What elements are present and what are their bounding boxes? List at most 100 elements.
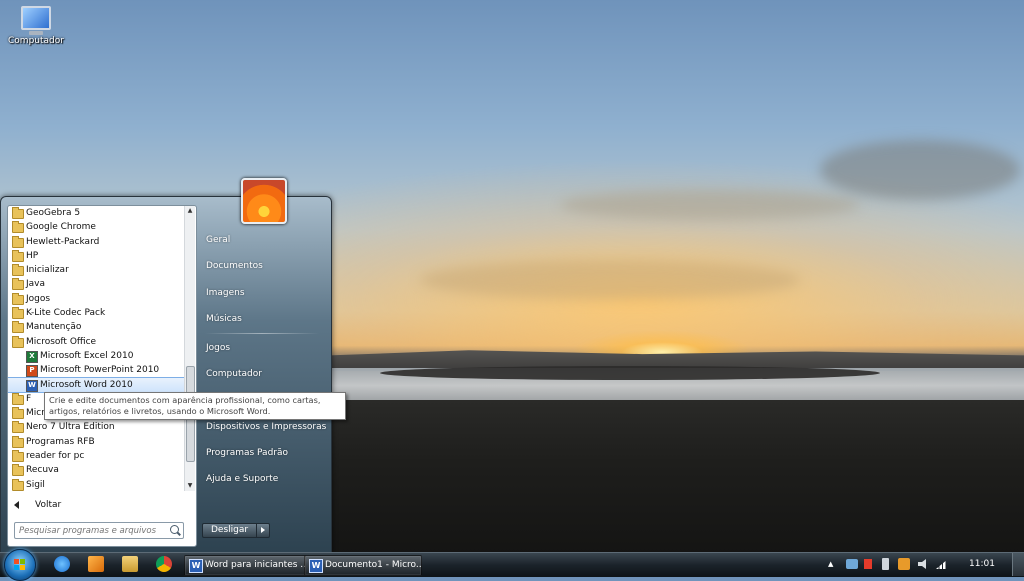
program-label: reader for pc [26,451,85,462]
program-label: Java [26,279,46,290]
start-item-jogos[interactable]: Jogos [197,335,327,361]
program-list-item[interactable]: Java [8,277,184,291]
clock[interactable]: 11:01 [960,556,1004,572]
desktop-icon-computer[interactable]: Computador [6,6,66,46]
back-arrow-icon [14,500,19,509]
word-icon: W [189,559,203,573]
program-list-item[interactable]: Programas RFB [8,435,184,449]
start-item-musicas[interactable]: Músicas [197,306,327,332]
program-label: Micr [26,408,45,419]
program-label: Hewlett-Packard [26,236,100,247]
program-list-item[interactable]: Sigil [8,478,184,491]
program-list-item[interactable]: Inicializar [8,263,184,277]
folder-icon [12,478,24,491]
program-label: Inicializar [26,265,69,276]
windows-logo-icon [14,559,26,571]
folder-icon [12,235,24,248]
start-item-imagens[interactable]: Imagens [197,280,327,306]
program-list-item[interactable]: reader for pc [8,449,184,463]
cloud [820,140,1020,200]
start-item-computador[interactable]: Computador [197,361,327,387]
ridge [380,366,880,380]
program-list-item[interactable]: K-Lite Codec Pack [8,306,184,320]
network-adapter-icon[interactable] [846,559,858,569]
program-list-item[interactable]: Manutenção [8,320,184,334]
program-list-item[interactable]: Microsoft Office [8,335,184,349]
shutdown-options-arrow-icon[interactable] [257,523,271,538]
folder-icon [12,335,24,348]
internet-explorer-icon[interactable] [54,556,70,572]
search-input[interactable] [15,523,169,538]
program-list-scrollbar[interactable]: ▲ ▼ [184,206,195,491]
program-list: GeoGebra 5 Google Chrome Hewlett-Packard HP… [8,206,184,491]
program-label: K-Lite Codec Pack [26,308,106,319]
program-label: Jogos [26,293,51,304]
program-label: HP [26,250,39,261]
window-title: Documento1 - Micro... [325,560,422,570]
program-list-item[interactable]: Google Chrome [8,220,184,234]
folder-icon [12,464,24,477]
word-icon: W [309,559,323,573]
program-list-item[interactable]: X Microsoft Excel 2010 [8,349,184,363]
office-app-icon: P [26,365,38,378]
program-label: Microsoft Word 2010 [40,379,133,390]
computer-icon [21,6,51,35]
program-list-item[interactable]: P Microsoft PowerPoint 2010 [8,363,184,378]
window-title: Word para iniciantes ... [205,560,306,570]
back-button[interactable]: Voltar [14,498,61,512]
start-item-documentos[interactable]: Documentos [197,253,327,279]
folder-icon [12,407,24,420]
cloud [420,260,800,300]
start-menu: GeoGebra 5 Google Chrome Hewlett-Packard HP… [0,196,332,554]
folder-icon [12,292,24,305]
device-icon[interactable] [882,558,889,570]
folder-icon [12,392,24,405]
cloud [560,190,860,220]
taskbar-window-documento1[interactable]: W Documento1 - Micro... [304,555,422,576]
program-list-item[interactable]: Hewlett-Packard [8,235,184,249]
program-label: Google Chrome [26,222,96,233]
file-explorer-icon[interactable] [122,556,138,572]
tray-expand-icon[interactable]: ▲ [828,556,836,572]
program-list-item[interactable]: Recuva [8,463,184,477]
program-list-item[interactable]: Jogos [8,292,184,306]
program-label: Sigil [26,479,45,490]
flag-icon[interactable] [864,559,872,569]
program-list-item[interactable]: W Microsoft Word 2010 [8,376,184,393]
folder-icon [12,435,24,448]
scroll-up-arrow-icon[interactable]: ▲ [185,206,195,216]
separator [205,333,319,335]
user-avatar[interactable] [241,178,287,224]
update-icon[interactable] [898,558,910,570]
program-label: Nero 7 Ultra Edition [26,422,115,433]
program-label: Recuva [26,465,59,476]
start-item-programas-padrao[interactable]: Programas Padrão [197,440,327,466]
folder-icon [12,450,24,463]
media-player-icon[interactable] [88,556,104,572]
program-label: Programas RFB [26,436,95,447]
program-label: Microsoft PowerPoint 2010 [40,365,160,376]
program-list-item[interactable]: Nero 7 Ultra Edition [8,420,184,434]
start-item-ajuda[interactable]: Ajuda e Suporte [197,466,327,492]
start-item-geral[interactable]: Geral [197,227,327,253]
office-app-icon: X [26,350,38,363]
folder-icon [12,221,24,234]
tooltip: Crie e edite documentos com aparência pr… [44,392,346,420]
taskbar-window-word-iniciantes[interactable]: W Word para iniciantes ... [184,555,306,576]
folder-icon [12,321,24,334]
shutdown-button[interactable]: Desligar [202,523,258,538]
folder-icon [12,264,24,277]
show-desktop-button[interactable] [1012,553,1024,576]
start-menu-right-pane: Geral Documentos Imagens Músicas Jogos C… [197,227,327,493]
search-icon[interactable] [170,525,179,534]
search-box[interactable] [14,522,184,539]
scroll-down-arrow-icon[interactable]: ▼ [185,481,195,491]
start-button[interactable] [4,549,36,581]
program-list-item[interactable]: HP [8,249,184,263]
program-list-item[interactable]: GeoGebra 5 [8,206,184,220]
desktop-icon-label: Computador [8,36,64,46]
chrome-icon[interactable] [156,556,172,572]
program-label: F [26,393,32,404]
folder-icon [12,307,24,320]
program-label: Microsoft Excel 2010 [40,350,134,361]
